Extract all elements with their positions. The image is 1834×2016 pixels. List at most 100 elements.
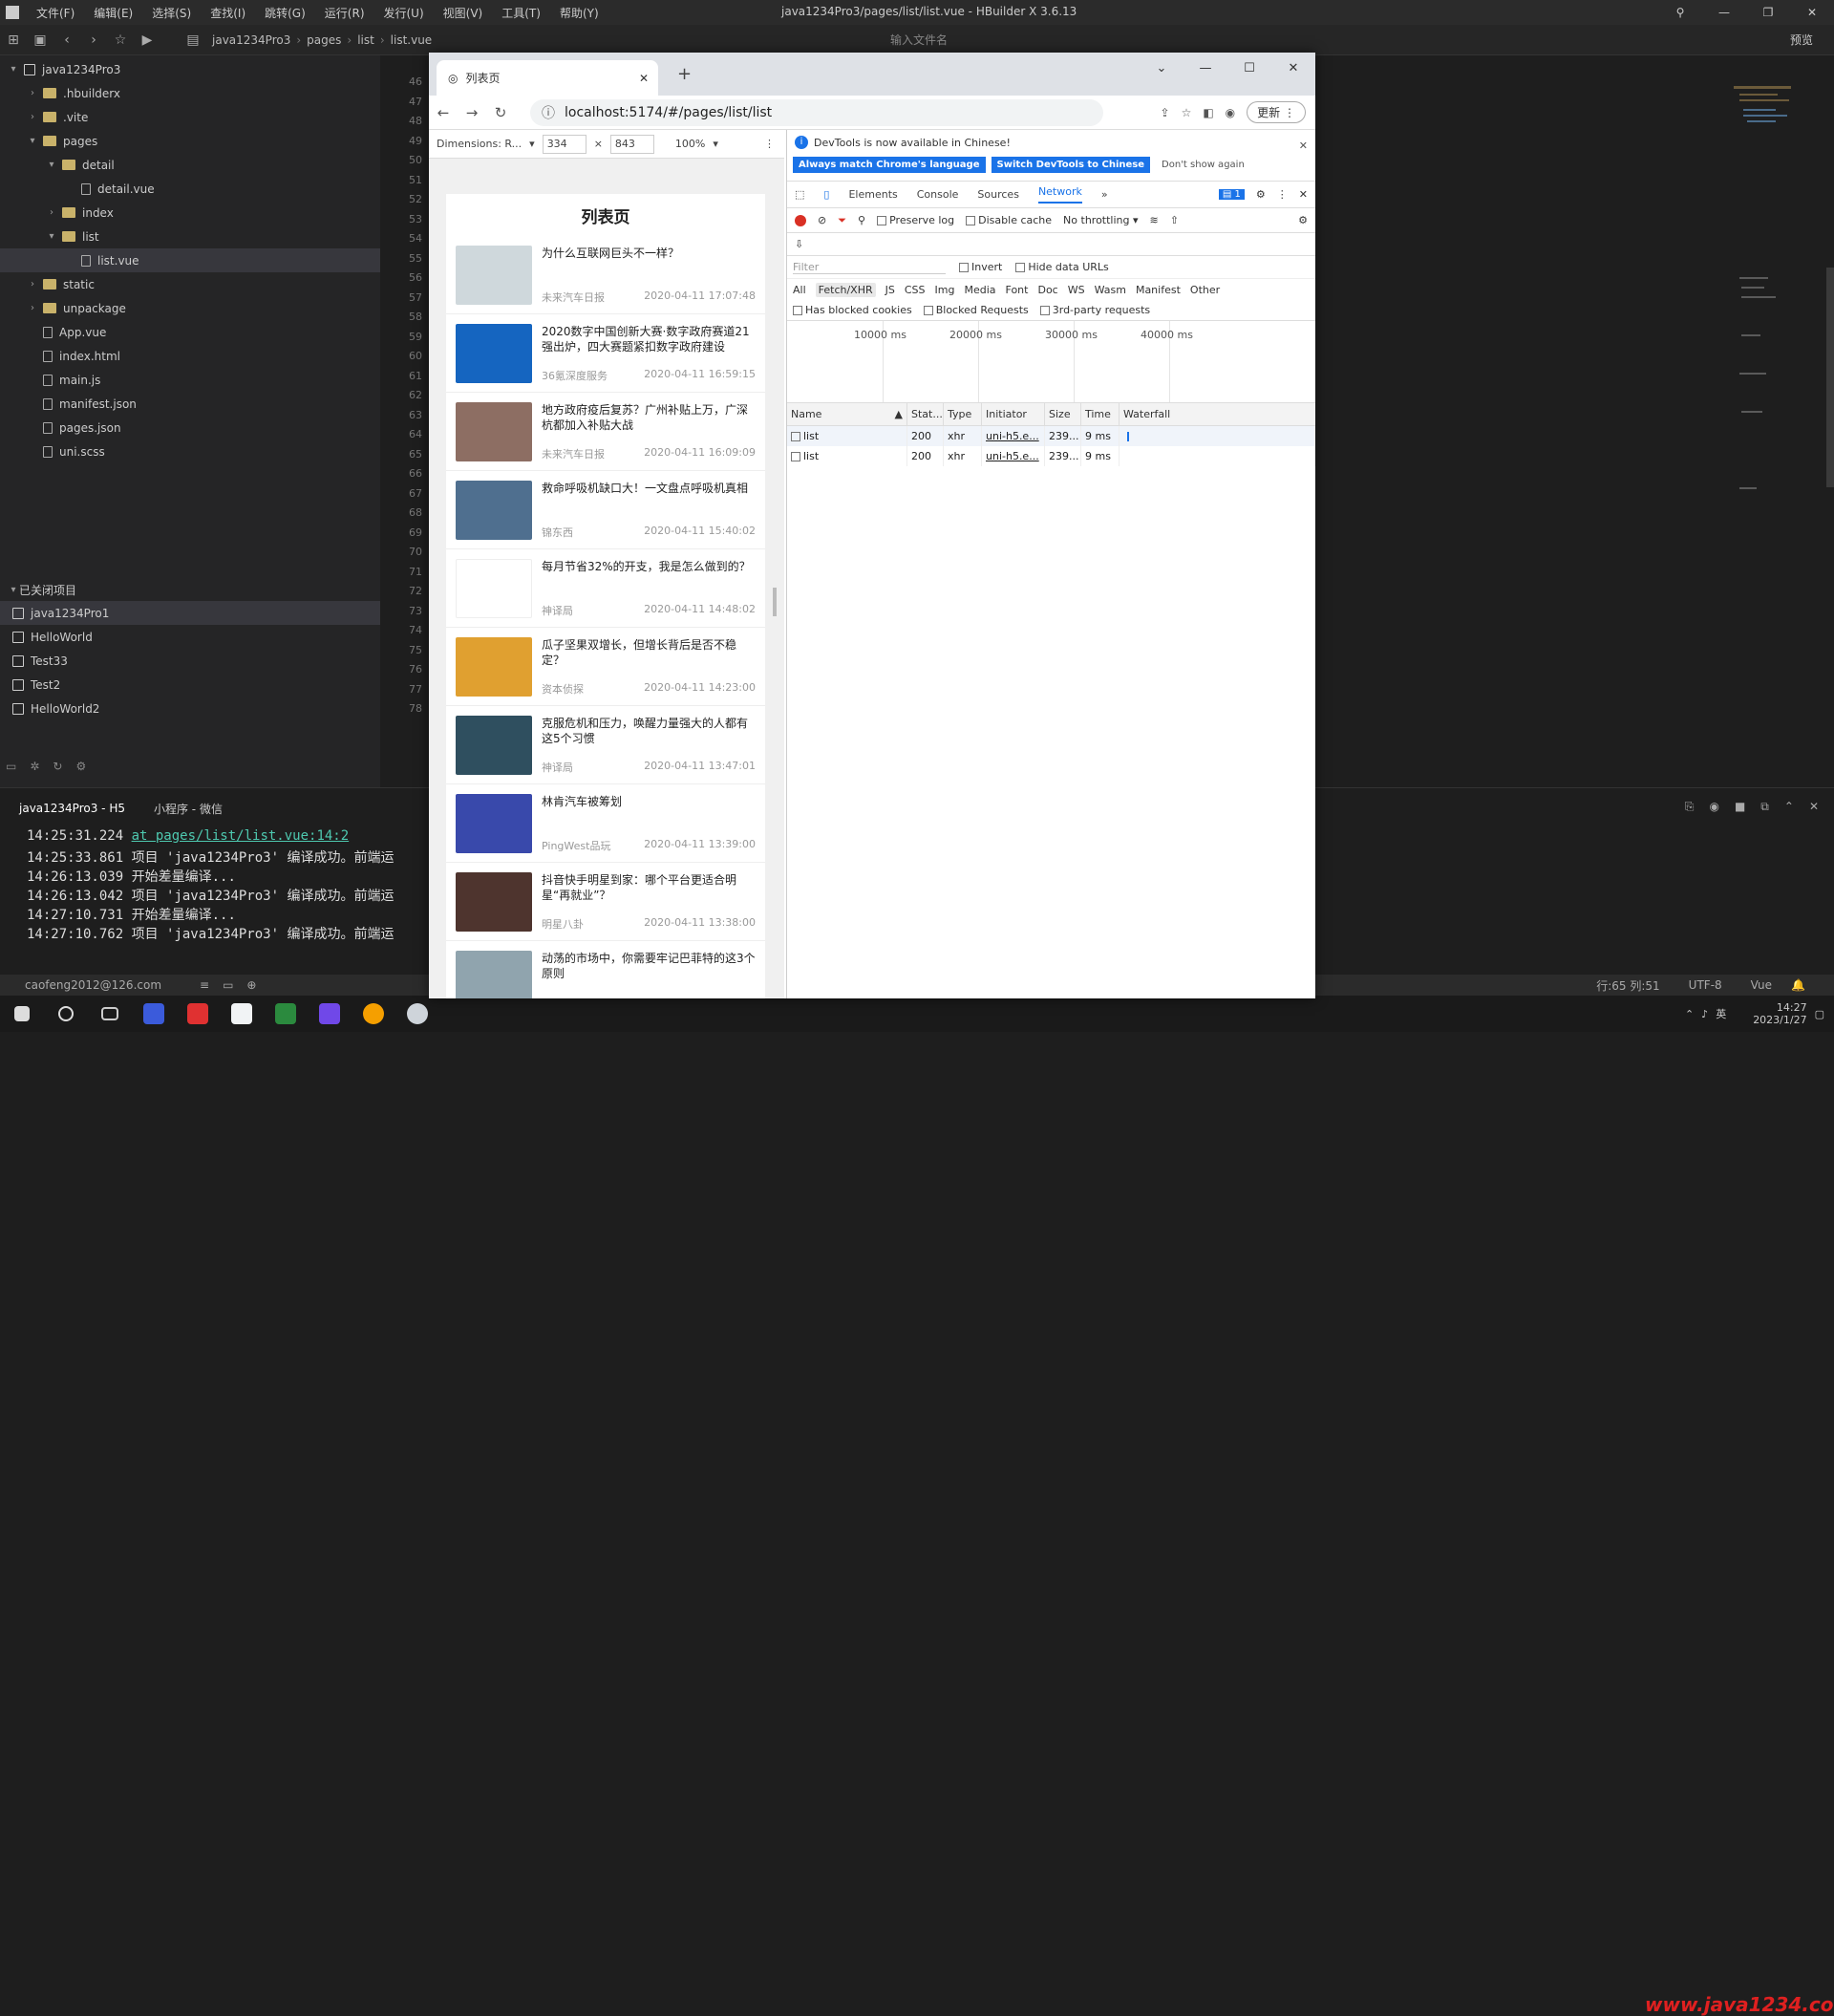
windows-start-icon[interactable] — [0, 996, 44, 1032]
closed-project-item[interactable]: Test2 — [0, 673, 380, 697]
profile-icon[interactable]: ◉ — [1226, 106, 1235, 119]
browser-minimize-button[interactable]: — — [1184, 53, 1227, 83]
mic-icon[interactable]: ♪ — [1701, 1008, 1708, 1020]
tree-item[interactable]: › .vite — [0, 105, 380, 129]
list-item[interactable]: 林肯汽车被筹划 PingWest品玩 2020-04-11 13:39:00 — [446, 784, 765, 863]
chevron-icon[interactable]: › — [46, 207, 57, 218]
menu-item[interactable]: 查找(I) — [201, 5, 255, 21]
save-icon[interactable]: ▣ — [27, 32, 53, 48]
type-filter-js[interactable]: JS — [885, 284, 895, 296]
zoom-select[interactable]: 100% — [675, 138, 705, 150]
popout-icon[interactable]: ⧉ — [1760, 800, 1769, 814]
lang-indicator[interactable]: 英 — [1716, 1006, 1726, 1021]
tree-item[interactable]: App.vue — [0, 320, 380, 344]
menu-item[interactable]: 运行(R) — [315, 5, 374, 21]
type-filter-media[interactable]: Media — [964, 284, 995, 296]
tree-item[interactable]: uni.scss — [0, 440, 380, 463]
col-waterfall[interactable]: Waterfall — [1120, 403, 1315, 425]
close-panel-icon[interactable]: ✕ — [1809, 800, 1819, 814]
tree-item[interactable]: › index — [0, 201, 380, 225]
table-row[interactable]: list 200 xhr uni-h5.e... 239... 9 ms — [787, 446, 1315, 466]
menu-item[interactable]: 文件(F) — [27, 5, 84, 21]
collapse-icon[interactable]: ⌃ — [1784, 800, 1794, 814]
back-icon[interactable]: ‹ — [53, 32, 80, 48]
has-blocked-cookies-checkbox[interactable]: Has blocked cookies — [793, 304, 912, 316]
tree-item[interactable]: ▾ java1234Pro3 — [0, 57, 380, 81]
resize-handle[interactable] — [773, 588, 777, 616]
back-icon[interactable]: ← — [429, 104, 458, 121]
filter-icon[interactable]: ⚲ — [1658, 0, 1702, 25]
dont-show-button[interactable]: Don't show again — [1156, 157, 1250, 173]
language-mode[interactable]: Vue — [1751, 978, 1772, 992]
col-status[interactable]: Stat... — [907, 403, 944, 425]
tree-item[interactable]: ▾ detail — [0, 153, 380, 177]
tree-item[interactable]: detail.vue — [0, 177, 380, 201]
star-icon[interactable]: ☆ — [107, 32, 134, 48]
network-settings-icon[interactable]: ⚙ — [1298, 214, 1308, 226]
file-search-input[interactable]: 输入文件名 — [890, 32, 948, 48]
globe-icon[interactable]: ⊕ — [246, 978, 256, 992]
list-item[interactable]: 为什么互联网巨头不一样？ 未来汽车日报 2020-04-11 17:07:48 — [446, 236, 765, 314]
menu-item[interactable]: 发行(U) — [374, 5, 434, 21]
app-icon-3[interactable] — [220, 996, 264, 1032]
tree-item[interactable]: index.html — [0, 344, 380, 368]
plugin-icon[interactable]: ✲ — [30, 760, 39, 773]
type-filter-wasm[interactable]: Wasm — [1095, 284, 1126, 296]
menu-item[interactable]: 编辑(E) — [84, 5, 142, 21]
devtools-menu-icon[interactable]: ⋮ — [1277, 188, 1288, 201]
console-link[interactable]: at pages/list/list.vue:14:2 — [132, 828, 350, 844]
share-icon[interactable]: ⇪ — [1161, 106, 1170, 119]
filter-icon[interactable]: ⏷ — [838, 214, 846, 227]
update-button[interactable]: 更新 ⋮ — [1247, 101, 1306, 123]
list-item[interactable]: 地方政府疫后复苏？广州补贴上万，广深杭都加入补贴大战 未来汽车日报 2020-04-… — [446, 393, 765, 471]
copy-icon[interactable]: ⎘ — [1685, 800, 1695, 814]
tree-item[interactable]: ▾ list — [0, 225, 380, 248]
import-icon[interactable]: ⇧ — [1170, 214, 1179, 226]
app-icon-4[interactable] — [308, 996, 352, 1032]
tree-item[interactable]: › .hbuilderx — [0, 81, 380, 105]
breadcrumb-list[interactable]: list — [357, 33, 374, 47]
menu-item[interactable]: 帮助(Y) — [550, 5, 608, 21]
chevron-icon[interactable]: › — [27, 112, 38, 122]
col-time[interactable]: Time — [1081, 403, 1120, 425]
cursor-position[interactable]: 行:65 列:51 — [1596, 977, 1659, 994]
chevron-icon[interactable]: ▾ — [27, 136, 38, 146]
search-icon[interactable] — [44, 996, 88, 1032]
hbuilder-icon[interactable] — [264, 996, 308, 1032]
clock-time[interactable]: 14:27 — [1777, 1001, 1807, 1014]
row-checkbox[interactable] — [791, 451, 800, 461]
list-item[interactable]: 动荡的市场中，你需要牢记巴菲特的这3个原则 — [446, 941, 765, 998]
col-initiator[interactable]: Initiator — [982, 403, 1045, 425]
list-item[interactable]: 2020数字中国创新大赛·数字政府赛道21强出炉，四大赛题紧扣数字政府建设 36氪… — [446, 314, 765, 393]
closed-projects-header[interactable]: ▾ 已关闭项目 — [0, 578, 380, 601]
cell-name[interactable]: list — [787, 446, 907, 466]
restore-button[interactable]: ❐ — [1746, 0, 1790, 25]
user-account[interactable]: caofeng2012@126.com — [25, 978, 161, 992]
list-item[interactable]: 瓜子坚果双增长，但增长背后是否不稳定？ 资本侦探 2020-04-11 14:23:… — [446, 628, 765, 706]
type-filter-css[interactable]: CSS — [905, 284, 926, 296]
folder-icon[interactable]: ▭ — [6, 760, 16, 773]
type-filter-all[interactable]: All — [793, 284, 806, 296]
device-more-icon[interactable]: ⋮ — [764, 138, 775, 150]
cell-initiator[interactable]: uni-h5.e... — [982, 426, 1045, 446]
third-party-checkbox[interactable]: 3rd-party requests — [1039, 304, 1150, 316]
list-item[interactable]: 克服危机和压力，唤醒力量强大的人都有这5个习惯 神译局 2020-04-11 13:… — [446, 706, 765, 784]
wifi-icon[interactable]: ≋ — [1150, 214, 1159, 226]
list-item[interactable]: 抖音快手明星到家：哪个平台更适合明星“再就业”？ 明星八卦 2020-04-11 1… — [446, 863, 765, 941]
stop-icon[interactable]: ◉ — [1709, 800, 1718, 814]
device-toggle-icon[interactable]: ▯ — [823, 188, 829, 201]
chevron-icon[interactable]: › — [27, 303, 38, 313]
bookmark-star-icon[interactable]: ☆ — [1182, 106, 1192, 119]
menu-item[interactable]: 选择(S) — [142, 5, 201, 21]
browser-close-button[interactable]: ✕ — [1271, 53, 1315, 83]
notification-center-icon[interactable]: ▢ — [1815, 1008, 1824, 1020]
browser-maximize-button[interactable]: ☐ — [1227, 53, 1271, 83]
tray-arrow-icon[interactable]: ⌃ — [1685, 1008, 1694, 1020]
type-filter-other[interactable]: Other — [1190, 284, 1220, 296]
tree-item[interactable]: list.vue — [0, 248, 380, 272]
task-view-icon[interactable] — [88, 996, 132, 1032]
breadcrumb-project[interactable]: java1234Pro3 — [212, 33, 290, 47]
minimize-button[interactable]: — — [1702, 0, 1746, 25]
close-button[interactable]: ✕ — [1790, 0, 1834, 25]
address-bar[interactable]: ⓘ localhost:5174/#/pages/list/list — [530, 99, 1103, 126]
